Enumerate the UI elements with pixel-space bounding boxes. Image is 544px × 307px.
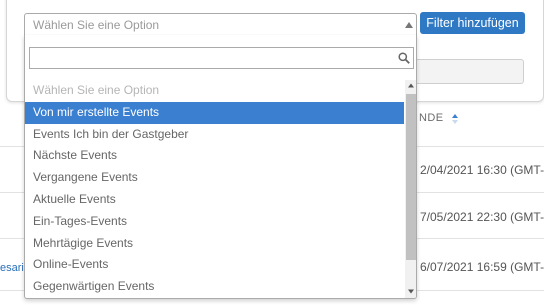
arrow-up-icon[interactable] [405, 80, 417, 92]
event-end-date: 7/05/2021 22:30 (GMT-0 [420, 210, 544, 224]
select-dropdown: Wählen Sie eine Option Von mir erstellte… [24, 35, 417, 299]
option-online[interactable]: Online-Events [25, 254, 404, 276]
option-multi-day[interactable]: Mehrtägige Events [25, 233, 404, 255]
options-list: Wählen Sie eine Option Von mir erstellte… [25, 80, 404, 298]
add-filter-button[interactable]: Filter hinzufügen [420, 12, 525, 34]
filter-value-input[interactable] [400, 59, 524, 84]
option-present[interactable]: Gegenwärtigen Events [25, 276, 404, 298]
option-upcoming[interactable]: Nächste Events [25, 145, 404, 167]
arrow-down-icon[interactable] [405, 285, 417, 297]
select-search-input[interactable] [30, 48, 390, 68]
triangle-up-icon [405, 22, 413, 28]
option-hosting[interactable]: Events Ich bin der Gastgeber [25, 124, 404, 146]
option-placeholder[interactable]: Wählen Sie eine Option [25, 80, 404, 102]
select-current-value: Wählen Sie eine Option [33, 18, 160, 32]
option-past[interactable]: Vergangene Events [25, 167, 404, 189]
sort-icon[interactable] [451, 113, 459, 125]
option-one-day[interactable]: Ein-Tages-Events [25, 211, 404, 233]
scrollbar-thumb[interactable] [406, 94, 416, 260]
event-end-date: 2/04/2021 16:30 (GMT-0 [420, 163, 544, 177]
select-search [29, 47, 414, 69]
filter-select[interactable]: Wählen Sie eine Option [24, 13, 417, 35]
option-created-by-me[interactable]: Von mir erstellte Events [25, 101, 404, 124]
search-icon [398, 52, 410, 64]
option-current[interactable]: Aktuelle Events [25, 189, 404, 211]
event-end-date: 6/07/2021 16:59 (GMT-0 [420, 260, 544, 274]
dropdown-scrollbar[interactable] [405, 80, 417, 298]
column-header-end[interactable]: NDE [419, 112, 443, 124]
